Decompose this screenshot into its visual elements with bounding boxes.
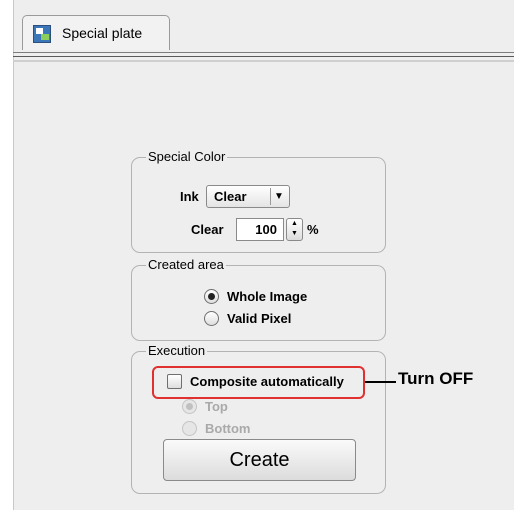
radio-bottom[interactable] [182, 421, 197, 436]
created-area-legend: Created area [146, 257, 226, 272]
radio-top[interactable] [182, 399, 197, 414]
bottom-label: Bottom [205, 421, 251, 436]
whole-image-label: Whole Image [227, 289, 308, 304]
top-label: Top [205, 399, 228, 414]
ink-select[interactable]: Clear ▼ [206, 185, 290, 208]
special-color-group: Special Color Ink Clear ▼ Clear 100 ▲ ▼ … [131, 149, 386, 253]
tab-divider [13, 52, 514, 53]
created-area-group: Created area Whole Image Valid Pixel [131, 257, 386, 341]
radio-selected-dot [186, 403, 193, 410]
clear-value-input[interactable]: 100 [236, 218, 284, 241]
spinner-down-icon[interactable]: ▼ [287, 229, 302, 239]
valid-pixel-label: Valid Pixel [227, 311, 292, 326]
annotation-connector [365, 381, 396, 383]
special-color-legend: Special Color [146, 149, 228, 164]
radio-whole-image[interactable] [204, 289, 219, 304]
tab-divider [13, 60, 514, 62]
clear-label: Clear [191, 222, 224, 237]
create-button[interactable]: Create [163, 439, 356, 481]
percent-label: % [307, 222, 319, 237]
ink-label: Ink [180, 189, 199, 204]
clear-value-spinner[interactable]: ▲ ▼ [286, 218, 303, 241]
tab-label: Special plate [62, 25, 143, 41]
spinner-up-icon[interactable]: ▲ [287, 219, 302, 229]
radio-valid-pixel[interactable] [204, 311, 219, 326]
tab-divider [13, 56, 514, 57]
annotation-label: Turn OFF [398, 369, 474, 388]
special-plate-icon [33, 25, 51, 43]
chevron-down-icon[interactable]: ▼ [270, 188, 287, 205]
annotation-highlight [152, 366, 365, 399]
radio-selected-dot [208, 293, 215, 300]
execution-legend: Execution [146, 343, 208, 358]
tab-special-plate[interactable]: Special plate [22, 15, 170, 50]
ink-select-value: Clear [214, 189, 247, 204]
